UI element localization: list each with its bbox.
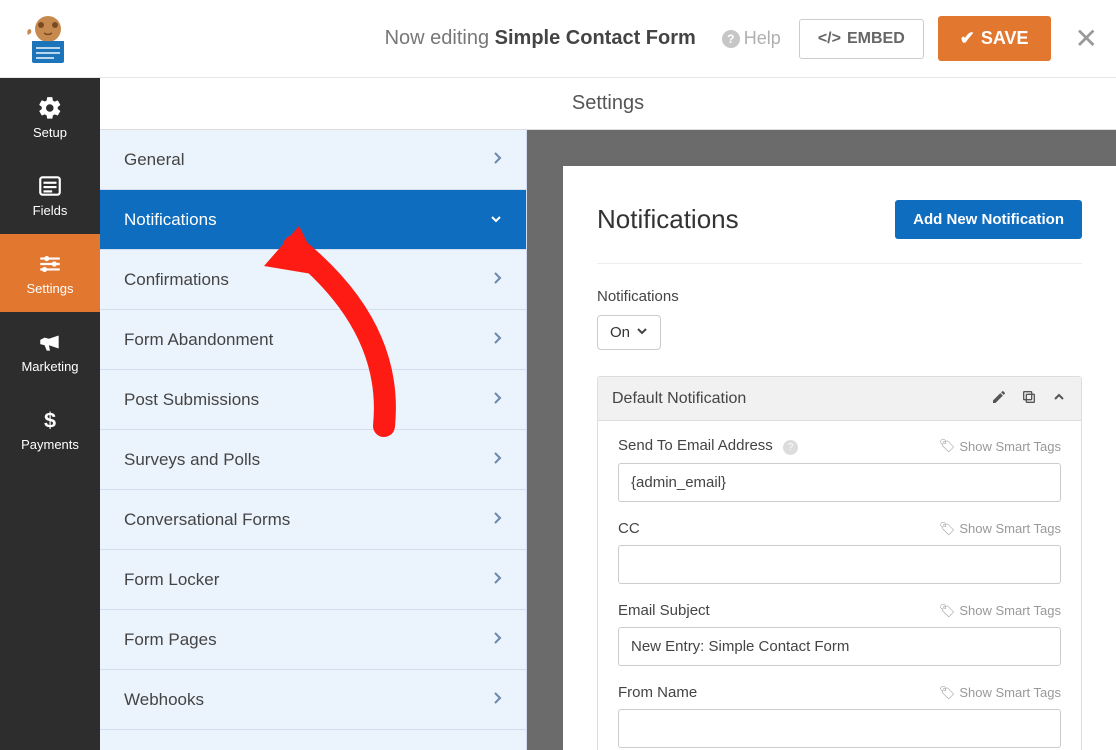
subject-label: Email Subject (618, 602, 710, 619)
edit-icon[interactable] (991, 389, 1007, 408)
settings-item-notifications[interactable]: Notifications (100, 190, 526, 250)
settings-item-form-pages[interactable]: Form Pages (100, 610, 526, 670)
form-name: Simple Contact Form (495, 27, 696, 49)
settings-item-label: Form Locker (124, 570, 219, 590)
rail-settings-label: Settings (27, 281, 74, 296)
chevron-right-icon (492, 690, 502, 710)
rail-setup[interactable]: Setup (0, 78, 100, 156)
chevron-right-icon (492, 270, 502, 290)
chevron-right-icon (492, 510, 502, 530)
subject-input[interactable] (618, 627, 1061, 666)
chevron-down-icon (490, 210, 502, 230)
settings-item-form-abandonment[interactable]: Form Abandonment (100, 310, 526, 370)
toggle-label: Notifications (597, 288, 1082, 305)
chevron-right-icon (492, 630, 502, 650)
settings-item-form-locker[interactable]: Form Locker (100, 550, 526, 610)
close-icon[interactable]: ✕ (1075, 22, 1098, 55)
smart-tags-link[interactable]: 🏷Show Smart Tags (939, 603, 1061, 619)
settings-item-conversational-forms[interactable]: Conversational Forms (100, 490, 526, 550)
smart-tags-link[interactable]: 🏷Show Smart Tags (939, 438, 1061, 454)
list-icon (37, 173, 63, 199)
help-label: Help (744, 28, 781, 49)
rail-fields[interactable]: Fields (0, 156, 100, 234)
bullhorn-icon (37, 329, 63, 355)
gear-icon (37, 95, 63, 121)
sendto-label: Send To Email Address ? (618, 437, 798, 455)
left-rail: Setup Fields Settings Marketing $ Paymen… (0, 78, 100, 750)
card-title: Default Notification (612, 390, 991, 408)
svg-text:$: $ (44, 407, 56, 432)
info-icon[interactable]: ? (783, 440, 798, 455)
settings-item-label: Webhooks (124, 690, 204, 710)
wpforms-logo (18, 9, 78, 69)
chevron-up-icon[interactable] (1051, 389, 1067, 408)
tag-icon: 🏷 (939, 521, 956, 537)
tag-icon: 🏷 (939, 603, 956, 619)
notification-card: Default Notification Send To Email Addre… (597, 376, 1082, 750)
smart-tags-link[interactable]: 🏷Show Smart Tags (939, 685, 1061, 701)
chevron-right-icon (492, 390, 502, 410)
settings-item-label: Post Submissions (124, 390, 259, 410)
tag-icon: 🏷 (939, 685, 956, 701)
settings-list: General Notifications Confirmations Form Ab… (100, 130, 527, 750)
save-button[interactable]: ✔ SAVE (938, 16, 1051, 61)
settings-item-general[interactable]: General (100, 130, 526, 190)
notifications-toggle[interactable]: On (597, 315, 661, 350)
help-icon: ? (722, 30, 740, 48)
rail-setup-label: Setup (33, 125, 67, 140)
content-title: Settings (100, 78, 1116, 130)
rail-marketing-label: Marketing (21, 359, 78, 374)
chevron-right-icon (492, 150, 502, 170)
toggle-value: On (610, 324, 630, 341)
copy-icon[interactable] (1021, 389, 1037, 408)
settings-item-label: General (124, 150, 184, 170)
rail-fields-label: Fields (33, 203, 68, 218)
embed-button[interactable]: </> EMBED (799, 19, 924, 59)
detail-panel: Notifications Add New Notification Notif… (563, 166, 1116, 750)
rail-payments-label: Payments (21, 437, 79, 452)
settings-item-surveys-and-polls[interactable]: Surveys and Polls (100, 430, 526, 490)
rail-settings[interactable]: Settings (0, 234, 100, 312)
settings-item-post-submissions[interactable]: Post Submissions (100, 370, 526, 430)
smart-tags-link[interactable]: 🏷Show Smart Tags (939, 521, 1061, 537)
cc-label: CC (618, 520, 640, 537)
rail-marketing[interactable]: Marketing (0, 312, 100, 390)
add-notification-button[interactable]: Add New Notification (895, 200, 1082, 239)
chevron-right-icon (492, 570, 502, 590)
chevron-right-icon (492, 450, 502, 470)
code-icon: </> (818, 30, 841, 48)
now-editing: Now editing Simple Contact Form (78, 27, 696, 50)
settings-item-label: Surveys and Polls (124, 450, 260, 470)
chevron-down-icon (636, 324, 648, 341)
dollar-icon: $ (37, 407, 63, 433)
settings-item-label: Conversational Forms (124, 510, 290, 530)
settings-item-confirmations[interactable]: Confirmations (100, 250, 526, 310)
settings-item-label: Notifications (124, 210, 217, 230)
panel-title: Notifications (597, 204, 739, 235)
editing-prefix: Now editing (385, 27, 495, 49)
settings-item-label: Confirmations (124, 270, 229, 290)
settings-item-label: Form Pages (124, 630, 217, 650)
chevron-right-icon (492, 330, 502, 350)
rail-payments[interactable]: $ Payments (0, 390, 100, 468)
fromname-label: From Name (618, 684, 697, 701)
settings-item-webhooks[interactable]: Webhooks (100, 670, 526, 730)
save-label: SAVE (981, 28, 1029, 49)
embed-label: EMBED (847, 30, 905, 48)
sliders-icon (37, 251, 63, 277)
cc-input[interactable] (618, 545, 1061, 584)
tag-icon: 🏷 (939, 438, 956, 454)
settings-item-label: Form Abandonment (124, 330, 273, 350)
check-icon: ✔ (960, 28, 975, 49)
sendto-input[interactable] (618, 463, 1061, 502)
help-link[interactable]: ? Help (722, 28, 781, 49)
fromname-input[interactable] (618, 709, 1061, 748)
